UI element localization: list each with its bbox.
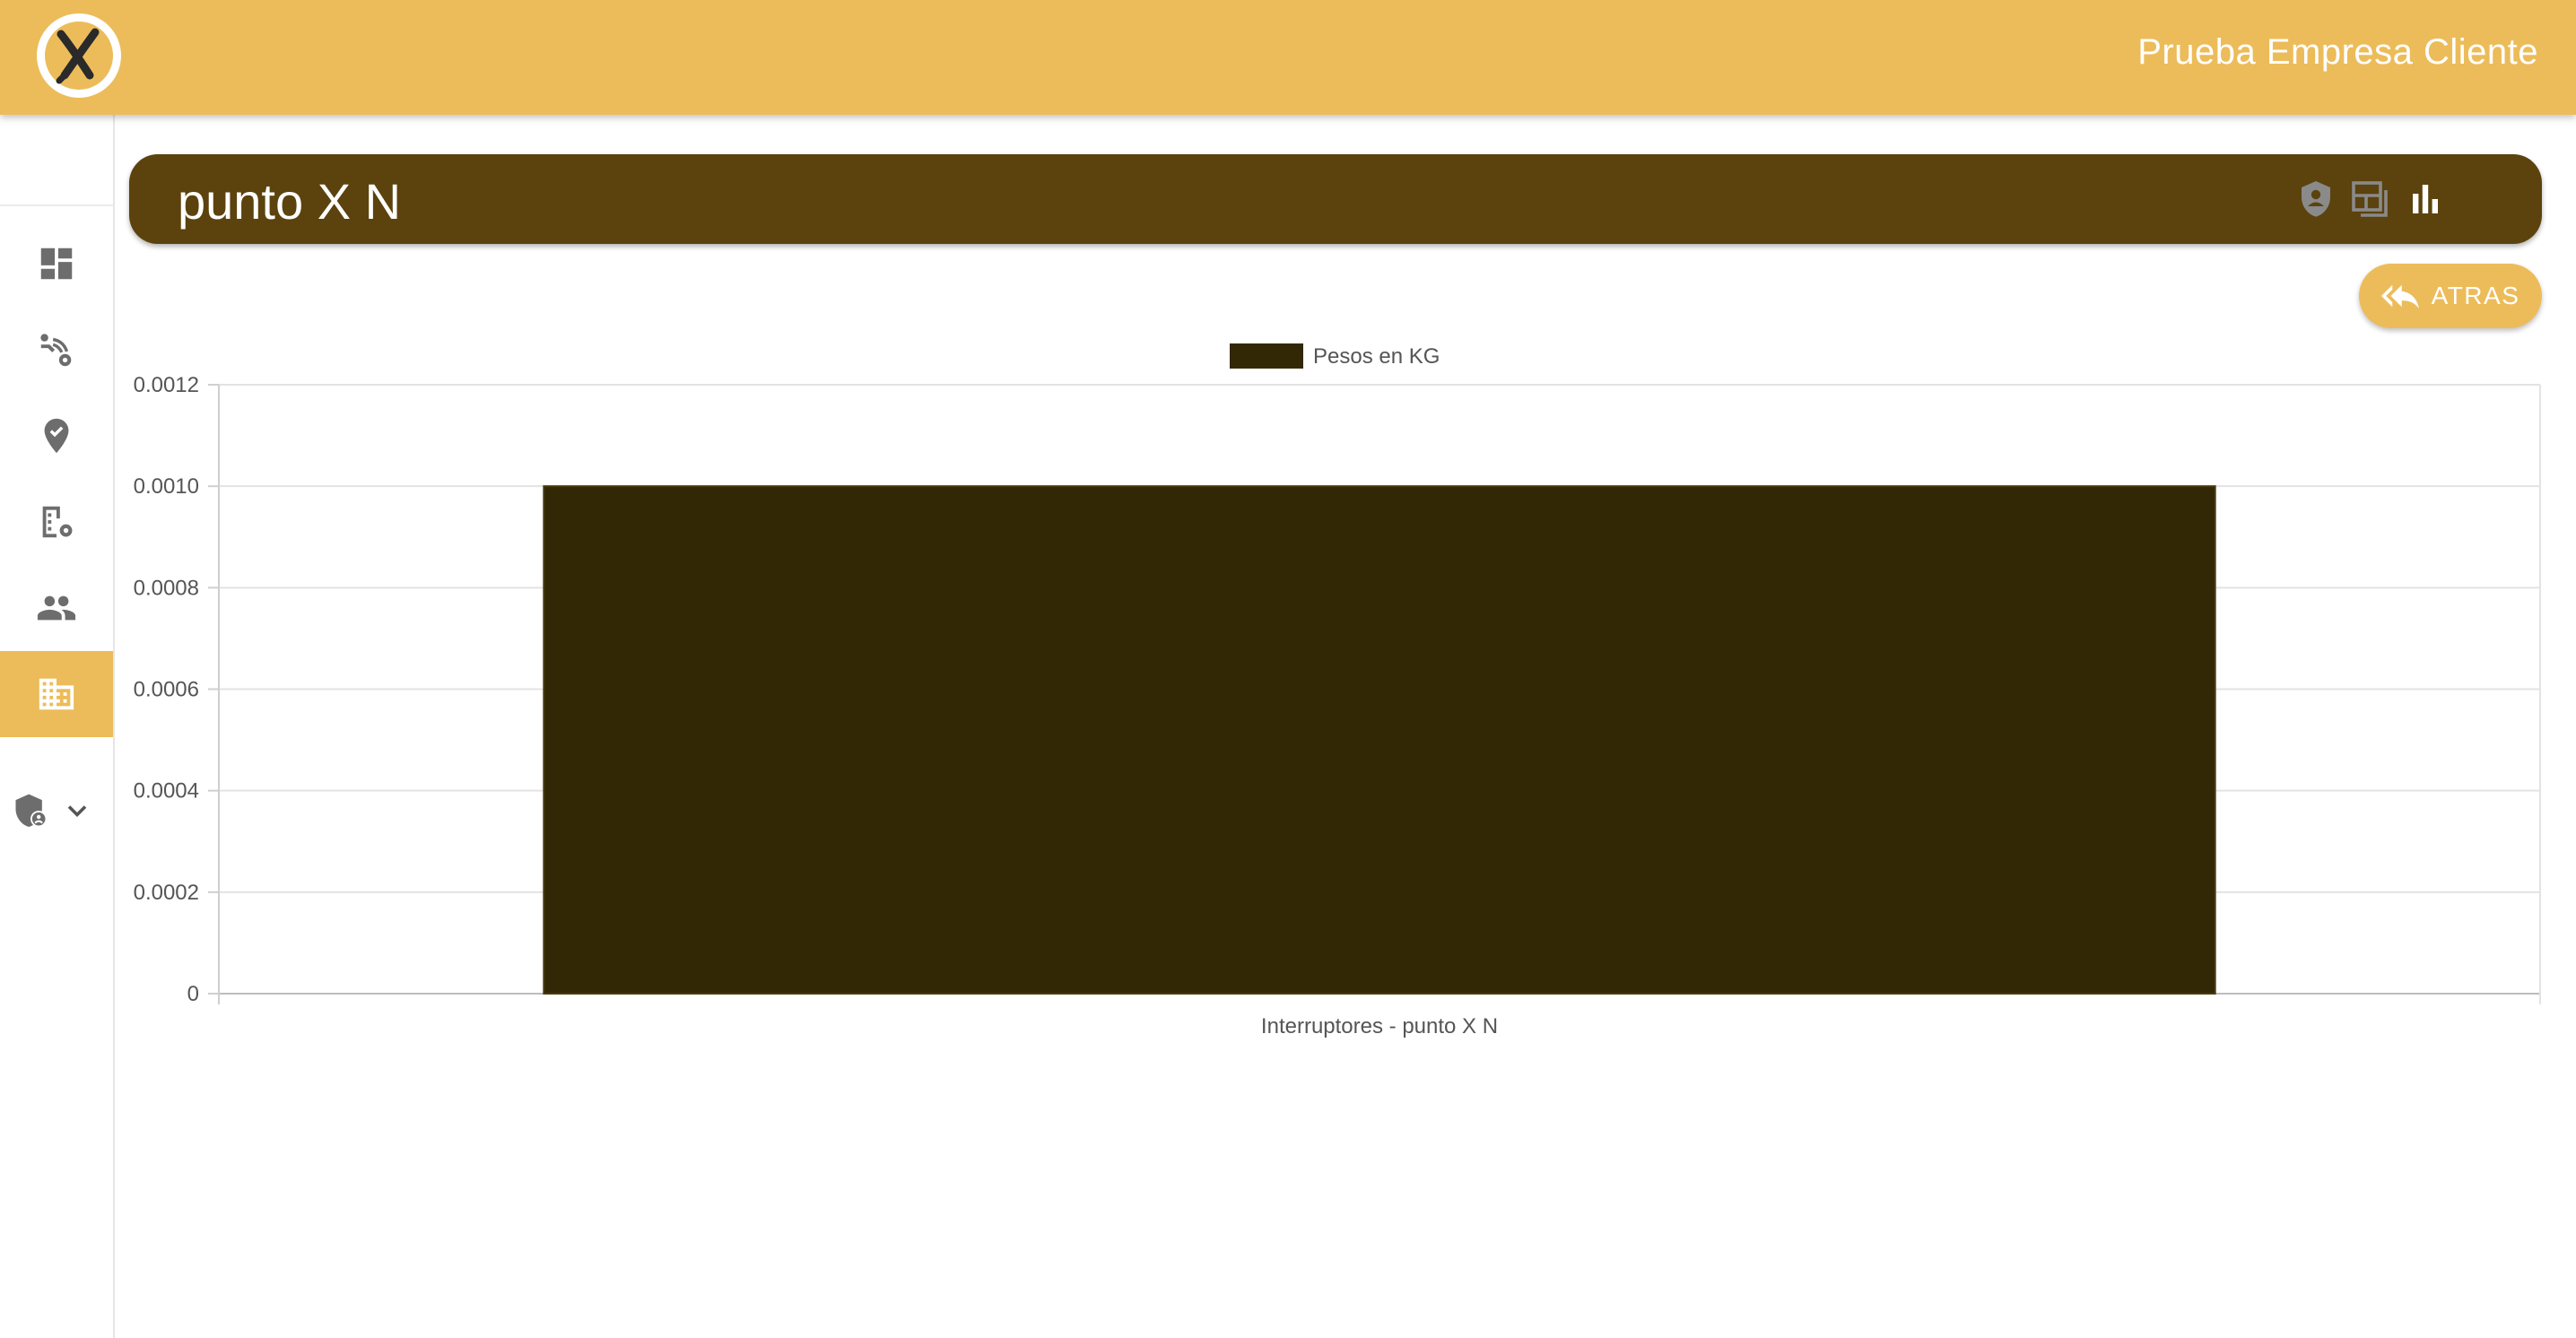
company-name: Prueba Empresa Cliente xyxy=(2137,32,2538,72)
sidebar-item-locations[interactable] xyxy=(0,393,113,479)
y-tick-label: 0.0006 xyxy=(134,678,199,702)
back-button-label: ATRAS xyxy=(2431,282,2520,309)
legend-label: Pesos en KG xyxy=(1313,344,1440,369)
top-bar: Prueba Empresa Cliente xyxy=(0,0,2576,115)
bar-0 xyxy=(543,485,2216,995)
chevron-down-icon[interactable] xyxy=(61,795,93,827)
sidebar-item-companies[interactable] xyxy=(0,651,113,737)
sidebar-item-security[interactable] xyxy=(0,768,113,854)
people-icon xyxy=(37,595,76,621)
sidebar-item-users[interactable] xyxy=(0,565,113,651)
weight-bar-chart: 0 0.0002 0.0004 0.0006 0.0008 0.0010 0.0012 Int… xyxy=(134,343,2541,1038)
page-title: punto X N xyxy=(178,173,402,230)
business-icon xyxy=(39,678,74,710)
y-tick-label: 0.0012 xyxy=(134,373,199,397)
page-header: punto X N xyxy=(129,154,2542,244)
sidebar-item-dashboard[interactable] xyxy=(0,221,113,307)
tracking-icon xyxy=(40,334,72,367)
sidebar-item-tracking[interactable] xyxy=(0,307,113,393)
y-tick-label: 0 xyxy=(187,982,199,1006)
y-tick-label: 0.0002 xyxy=(134,881,199,905)
x-tick-label: Interruptores - punto X N xyxy=(1261,1014,1498,1038)
y-tick-label: 0.0004 xyxy=(134,779,199,804)
reply-all-icon xyxy=(2380,284,2419,308)
legend-swatch xyxy=(1230,343,1303,369)
shield-user-icon xyxy=(15,794,48,828)
sidebar xyxy=(0,115,115,1338)
y-tick-label: 0.0008 xyxy=(134,576,199,600)
app-logo-icon[interactable] xyxy=(34,11,124,100)
sidebar-divider xyxy=(0,204,113,206)
sidebar-item-buildings[interactable] xyxy=(0,479,113,565)
account-shield-icon[interactable] xyxy=(2294,178,2337,221)
bar-chart-icon[interactable] xyxy=(2404,178,2447,221)
building-settings-icon xyxy=(42,506,73,538)
location-check-icon xyxy=(44,418,69,454)
grid-view-icon[interactable] xyxy=(2348,178,2391,221)
y-tick-label: 0.0010 xyxy=(134,474,199,499)
dashboard-icon xyxy=(40,248,73,280)
back-button[interactable]: ATRAS xyxy=(2359,264,2542,328)
